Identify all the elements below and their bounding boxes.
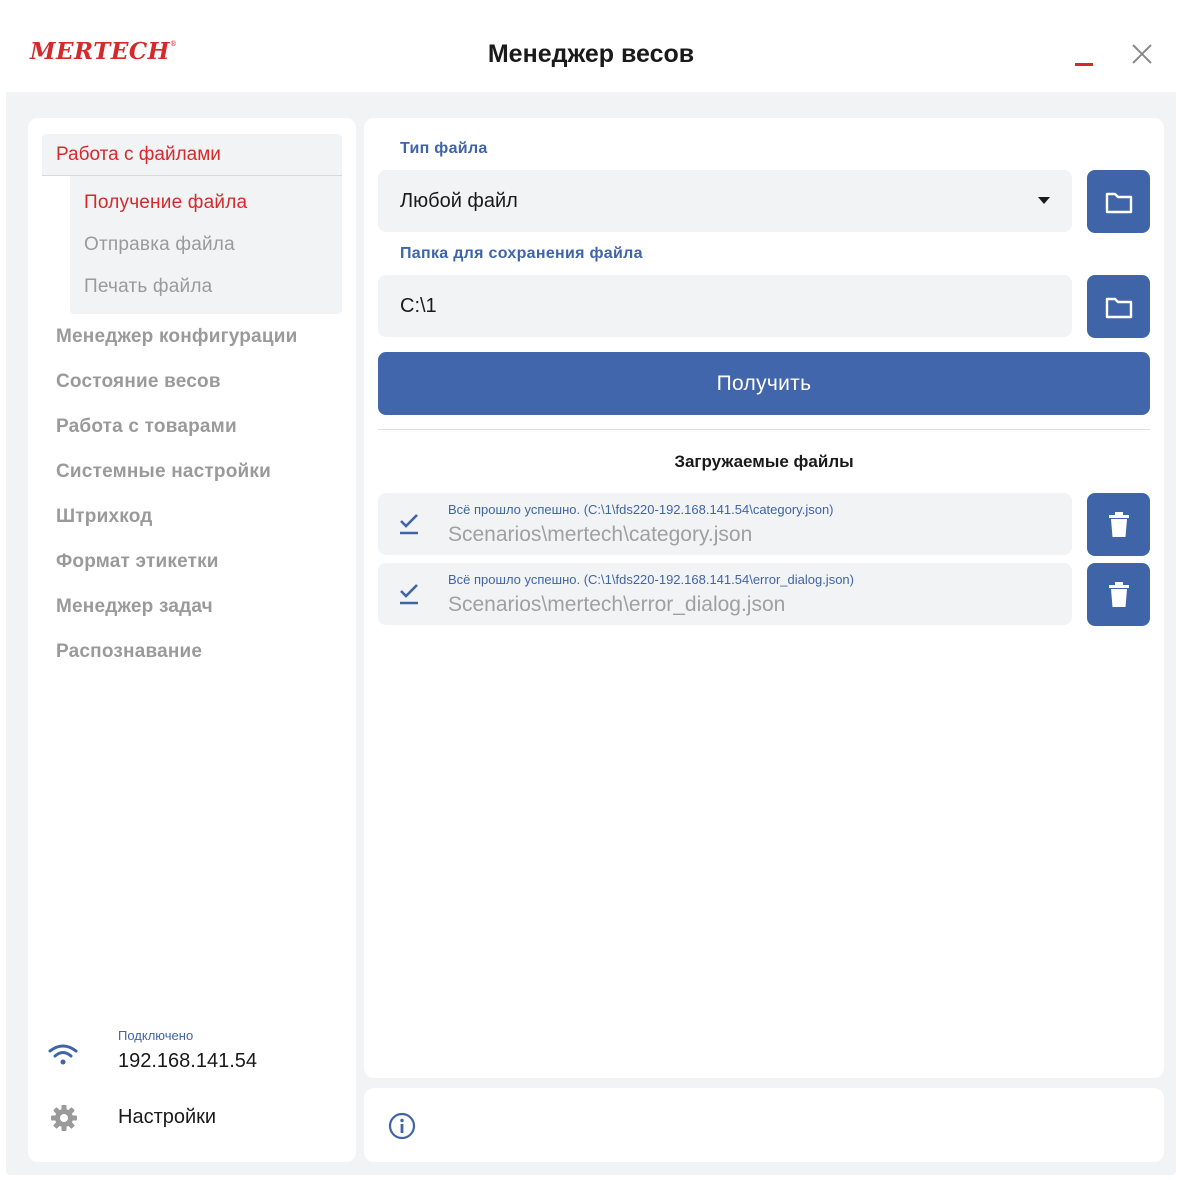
wifi-icon xyxy=(48,1044,78,1065)
nav-item-barcode[interactable]: Штрихкод xyxy=(56,494,297,539)
nav-item-system-settings[interactable]: Системные настройки xyxy=(56,449,297,494)
save-folder-field[interactable]: C:\1 xyxy=(378,275,1072,337)
folder-icon xyxy=(1105,297,1132,318)
file-type-value: Любой файл xyxy=(400,190,518,212)
app-window: MERTECH® Менеджер весов Работа с файлами… xyxy=(6,10,1176,1175)
nav-item-get-file[interactable]: Получение файла xyxy=(70,182,342,224)
minimize-icon xyxy=(1075,63,1093,66)
save-folder-value: C:\1 xyxy=(400,295,437,317)
file-status: Всё прошло успешно. (C:\1\fds220-192.168… xyxy=(448,572,854,587)
nav-item-products[interactable]: Работа с товарами xyxy=(56,404,297,449)
app-title: Менеджер весов xyxy=(487,40,695,68)
gear-icon xyxy=(51,1105,77,1131)
nav-item-scale-status[interactable]: Состояние весов xyxy=(56,359,297,404)
nav-group-files: Работа с файлами Получение файла Отправк… xyxy=(42,134,342,314)
title-bar: MERTECH® Менеджер весов xyxy=(6,10,1176,92)
file-type-select[interactable]: Любой файл xyxy=(378,170,1072,232)
caret-down-icon xyxy=(1038,197,1050,204)
minimize-button[interactable] xyxy=(1070,36,1098,72)
divider xyxy=(378,429,1150,430)
sidebar: Работа с файлами Получение файла Отправк… xyxy=(28,118,356,1162)
settings-button[interactable]: Настройки xyxy=(48,1098,338,1138)
browse-folder-button[interactable] xyxy=(1087,275,1150,338)
file-path: Scenarios\mertech\error_dialog.json xyxy=(448,593,786,616)
delete-file-button[interactable] xyxy=(1087,563,1150,626)
main-panel: Тип файла Любой файл Папка для сохранени… xyxy=(364,118,1164,1078)
nav-item-task-manager[interactable]: Менеджер задач xyxy=(56,584,297,629)
connection-label: Подключено xyxy=(118,1028,194,1043)
trash-icon xyxy=(1108,581,1129,607)
info-icon[interactable] xyxy=(388,1112,416,1140)
nav-section-files[interactable]: Работа с файлами xyxy=(42,134,342,176)
connection-ip: 192.168.141.54 xyxy=(118,1050,258,1072)
save-folder-label: Папка для сохранения файла xyxy=(400,245,643,262)
delete-file-button[interactable] xyxy=(1087,493,1150,556)
nav-list: Менеджер конфигурации Состояние весов Ра… xyxy=(56,314,297,674)
nav-item-send-file[interactable]: Отправка файла xyxy=(70,224,342,266)
check-icon xyxy=(400,584,418,605)
nav-item-print-file[interactable]: Печать файла xyxy=(70,266,342,308)
get-button[interactable]: Получить xyxy=(378,352,1150,415)
connection-status: Подключено 192.168.141.54 xyxy=(48,1026,338,1080)
nav-item-recognition[interactable]: Распознавание xyxy=(56,629,297,674)
close-button[interactable] xyxy=(1128,40,1156,68)
nav-item-config-manager[interactable]: Менеджер конфигурации xyxy=(56,314,297,359)
info-bar xyxy=(364,1088,1164,1162)
trash-icon xyxy=(1108,511,1129,537)
nav-subitems: Получение файла Отправка файла Печать фа… xyxy=(70,176,342,314)
file-list-item: Всё прошло успешно. (C:\1\fds220-192.168… xyxy=(378,493,1072,555)
close-icon xyxy=(1132,44,1152,64)
browse-file-type-button[interactable] xyxy=(1087,170,1150,233)
check-icon xyxy=(400,514,418,535)
file-path: Scenarios\mertech\category.json xyxy=(448,523,753,546)
file-type-label: Тип файла xyxy=(400,140,488,157)
file-list-item: Всё прошло успешно. (C:\1\fds220-192.168… xyxy=(378,563,1072,625)
nav-item-label-format[interactable]: Формат этикетки xyxy=(56,539,297,584)
file-status: Всё прошло успешно. (C:\1\fds220-192.168… xyxy=(448,502,834,517)
folder-icon xyxy=(1105,192,1132,213)
settings-label: Настройки xyxy=(118,1106,217,1128)
downloaded-files-title: Загружаемые файлы xyxy=(674,452,854,471)
